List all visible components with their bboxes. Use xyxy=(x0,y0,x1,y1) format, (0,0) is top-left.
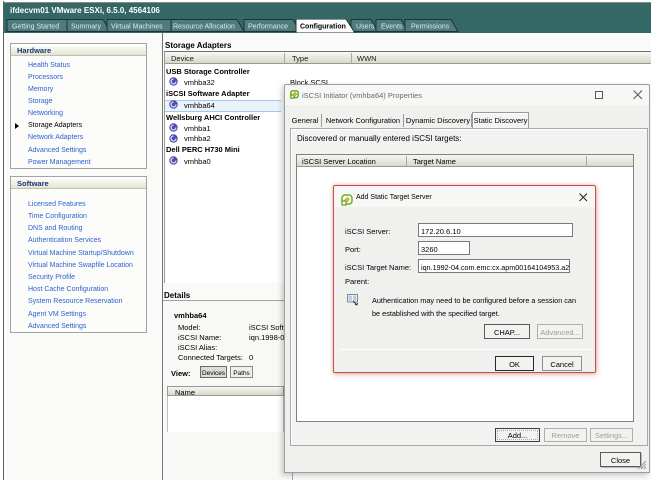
svg-text:Getting Started: Getting Started xyxy=(12,24,59,31)
svg-text:Permissions: Permissions xyxy=(411,24,450,31)
svg-text:Summary: Summary xyxy=(71,24,101,31)
svg-text:Events: Events xyxy=(381,24,403,31)
svg-text:Resource Allocation: Resource Allocation xyxy=(173,24,235,31)
svg-text:Users: Users xyxy=(356,24,375,31)
svg-text:Performance: Performance xyxy=(248,24,288,31)
svg-text:Virtual Machines: Virtual Machines xyxy=(111,24,163,31)
svg-text:Configuration: Configuration xyxy=(300,24,346,31)
